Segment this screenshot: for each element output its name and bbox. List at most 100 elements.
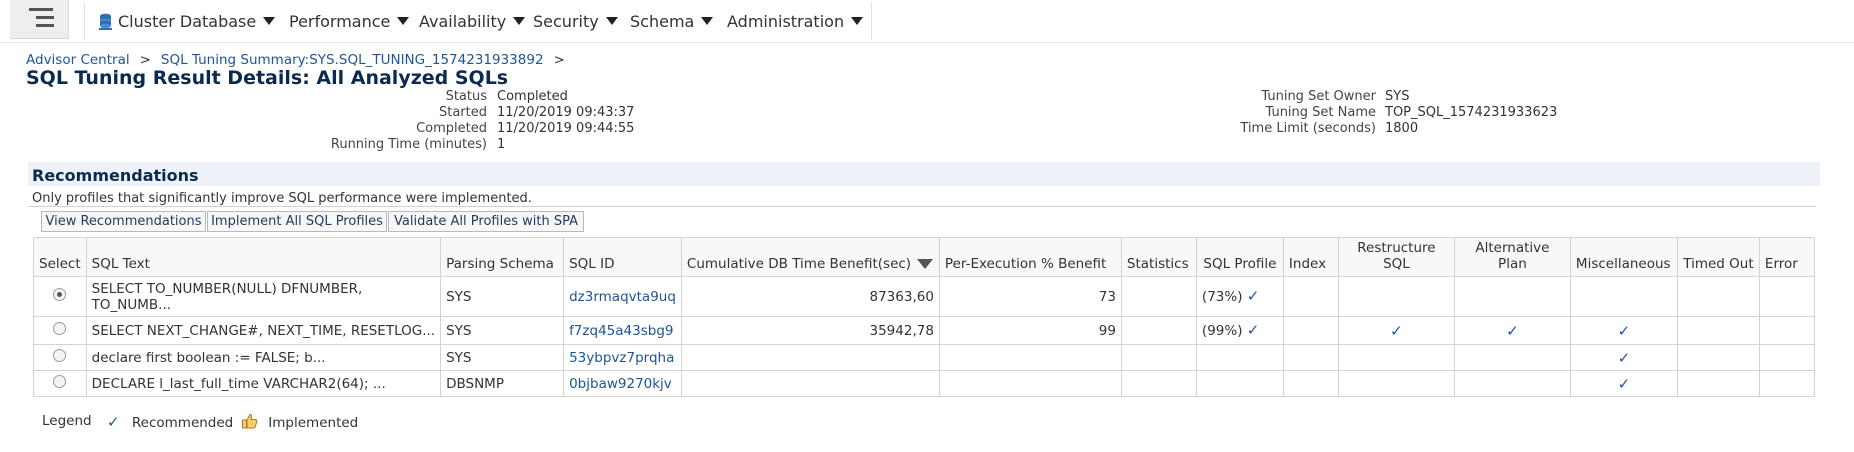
error-cell xyxy=(1758,316,1815,345)
database-icon xyxy=(99,13,112,30)
select-cell xyxy=(33,344,87,371)
column-header-sql-text[interactable]: SQL Text xyxy=(85,237,442,277)
detail-label-running-time: Running Time (minutes) xyxy=(330,137,487,152)
statistics-cell xyxy=(1120,316,1197,345)
sql-text-cell: declare first boolean := FALSE; b... xyxy=(85,344,442,371)
column-header-sql-id[interactable]: SQL ID xyxy=(563,237,682,277)
menu-security[interactable]: Security xyxy=(533,12,618,31)
implement-all-sql-profiles-button[interactable]: Implement All SQL Profiles xyxy=(207,211,387,232)
column-header-statistics: Statistics xyxy=(1120,237,1197,277)
alternative-plan-check-icon xyxy=(1453,370,1571,397)
detail-value-status: Completed xyxy=(497,89,568,104)
sql-text-cell: SELECT TO_NUMBER(NULL) DFNUMBER, TO_NUMB… xyxy=(85,276,442,317)
parsing-schema-cell: DBSNMP xyxy=(440,370,565,397)
detail-value-time-limit: 1800 xyxy=(1385,121,1419,136)
sql-profile-cell: (73%) ✓ xyxy=(1195,276,1284,317)
detail-label-started: Started xyxy=(438,105,487,120)
breadcrumb-advisor-central[interactable]: Advisor Central xyxy=(26,52,130,68)
page-title: SQL Tuning Result Details: All Analyzed … xyxy=(26,67,509,89)
per-execution-benefit-cell xyxy=(938,370,1122,397)
caret-down-icon xyxy=(397,17,410,25)
table-row: SELECT TO_NUMBER(NULL) DFNUMBER, TO_NUMB… xyxy=(33,276,1815,317)
statistics-cell xyxy=(1120,344,1197,371)
recommendations-note: Only profiles that significantly improve… xyxy=(32,191,532,206)
view-recommendations-button[interactable]: View Recommendations xyxy=(41,211,206,232)
parsing-schema-cell: SYS xyxy=(440,344,565,371)
caret-down-icon xyxy=(605,17,618,25)
sql-profile-cell xyxy=(1195,344,1284,371)
sql-id-link[interactable]: 53ybpvz7prqha xyxy=(563,344,682,371)
index-cell xyxy=(1282,344,1339,371)
alternative-plan-check-icon xyxy=(1453,344,1571,371)
index-cell xyxy=(1282,370,1339,397)
row-select-radio[interactable] xyxy=(53,322,67,335)
column-header-sql-profile: SQL Profile xyxy=(1195,237,1284,277)
menu-label: Availability xyxy=(419,12,507,31)
recommended-check-icon: ✓ xyxy=(1246,321,1260,339)
validate-profiles-spa-button[interactable]: Validate All Profiles with SPA xyxy=(388,211,584,232)
parsing-schema-cell: SYS xyxy=(440,316,565,345)
sql-id-link[interactable]: dz3rmaqvta9uq xyxy=(563,276,682,317)
column-header-per-execution-benefit[interactable]: Per-Execution % Benefit xyxy=(938,237,1122,277)
index-cell xyxy=(1282,276,1339,317)
breadcrumb-separator: > xyxy=(553,52,565,68)
legend-title: Legend xyxy=(42,413,92,429)
per-execution-benefit-cell: 99 xyxy=(938,316,1122,345)
menu-performance[interactable]: Performance xyxy=(289,12,410,31)
miscellaneous-check-icon: ✓ xyxy=(1569,316,1678,345)
caret-down-icon xyxy=(851,17,864,25)
cumulative-benefit-cell: 35942,78 xyxy=(680,316,940,345)
column-header-parsing-schema[interactable]: Parsing Schema xyxy=(440,237,565,277)
miscellaneous-check-icon: ✓ xyxy=(1569,370,1678,397)
restructure-check-icon xyxy=(1337,344,1455,371)
row-select-radio[interactable] xyxy=(53,375,67,388)
sql-id-link[interactable]: 0bjbaw9270kjv xyxy=(563,370,682,397)
recommendations-header-band xyxy=(28,162,1820,186)
menu-label: Performance xyxy=(289,12,391,31)
navigator-menu-icon[interactable] xyxy=(10,0,69,39)
cumulative-benefit-cell xyxy=(680,370,940,397)
detail-label-status: Status xyxy=(445,89,487,104)
menu-schema[interactable]: Schema xyxy=(630,12,714,31)
sql-profile-cell xyxy=(1195,370,1284,397)
detail-label-tuning-set-owner: Tuning Set Owner xyxy=(1261,89,1376,104)
recommendations-title: Recommendations xyxy=(32,166,199,185)
column-header-index: Index xyxy=(1282,237,1339,277)
column-header-select: Select xyxy=(33,237,87,277)
column-header-label: Cumulative DB Time Benefit(sec) xyxy=(686,256,912,272)
sql-id-link[interactable]: f7zq45a43sbg9 xyxy=(563,316,682,345)
legend-recommended: ✓ Recommended xyxy=(107,413,233,431)
legend-implemented-label: Implemented xyxy=(268,415,359,431)
menu-administration[interactable]: Administration xyxy=(727,12,864,31)
column-header-restructure-sql: Restructure SQL xyxy=(1337,237,1455,277)
table-row: declare first boolean := FALSE; b... SYS… xyxy=(33,344,1815,371)
column-header-error: Error xyxy=(1758,237,1815,277)
top-menu-bar: Cluster Database Performance Availabilit… xyxy=(0,0,1854,43)
menu-availability[interactable]: Availability xyxy=(419,12,526,31)
breadcrumb-separator: > xyxy=(139,52,151,68)
menu-label: Security xyxy=(533,12,599,31)
detail-value-started: 11/20/2019 09:43:37 xyxy=(497,105,635,120)
sort-descending-icon xyxy=(917,259,934,269)
select-cell xyxy=(33,276,87,317)
error-cell xyxy=(1758,344,1815,371)
detail-label-completed: Completed xyxy=(416,121,487,136)
timed-out-cell xyxy=(1676,344,1760,371)
recommended-check-icon: ✓ xyxy=(1246,287,1260,305)
parsing-schema-cell: SYS xyxy=(440,276,565,317)
row-select-radio[interactable] xyxy=(53,288,67,301)
check-icon: ✓ xyxy=(107,413,120,431)
table-row: DECLARE l_last_full_time VARCHAR2(64); .… xyxy=(33,370,1815,397)
breadcrumb-sql-tuning-summary[interactable]: SQL Tuning Summary:SYS.SQL_TUNING_157423… xyxy=(161,52,544,68)
row-select-radio[interactable] xyxy=(53,349,67,362)
error-cell xyxy=(1758,276,1815,317)
section-divider xyxy=(28,206,1816,207)
restructure-check-icon xyxy=(1337,276,1455,317)
menu-cluster-database[interactable]: Cluster Database xyxy=(99,12,276,31)
timed-out-cell xyxy=(1676,276,1760,317)
restructure-check-icon xyxy=(1337,370,1455,397)
select-cell xyxy=(33,316,87,345)
timed-out-cell xyxy=(1676,370,1760,397)
column-header-cumulative-benefit[interactable]: Cumulative DB Time Benefit(sec) xyxy=(680,237,940,277)
cumulative-benefit-cell: 87363,60 xyxy=(680,276,940,317)
